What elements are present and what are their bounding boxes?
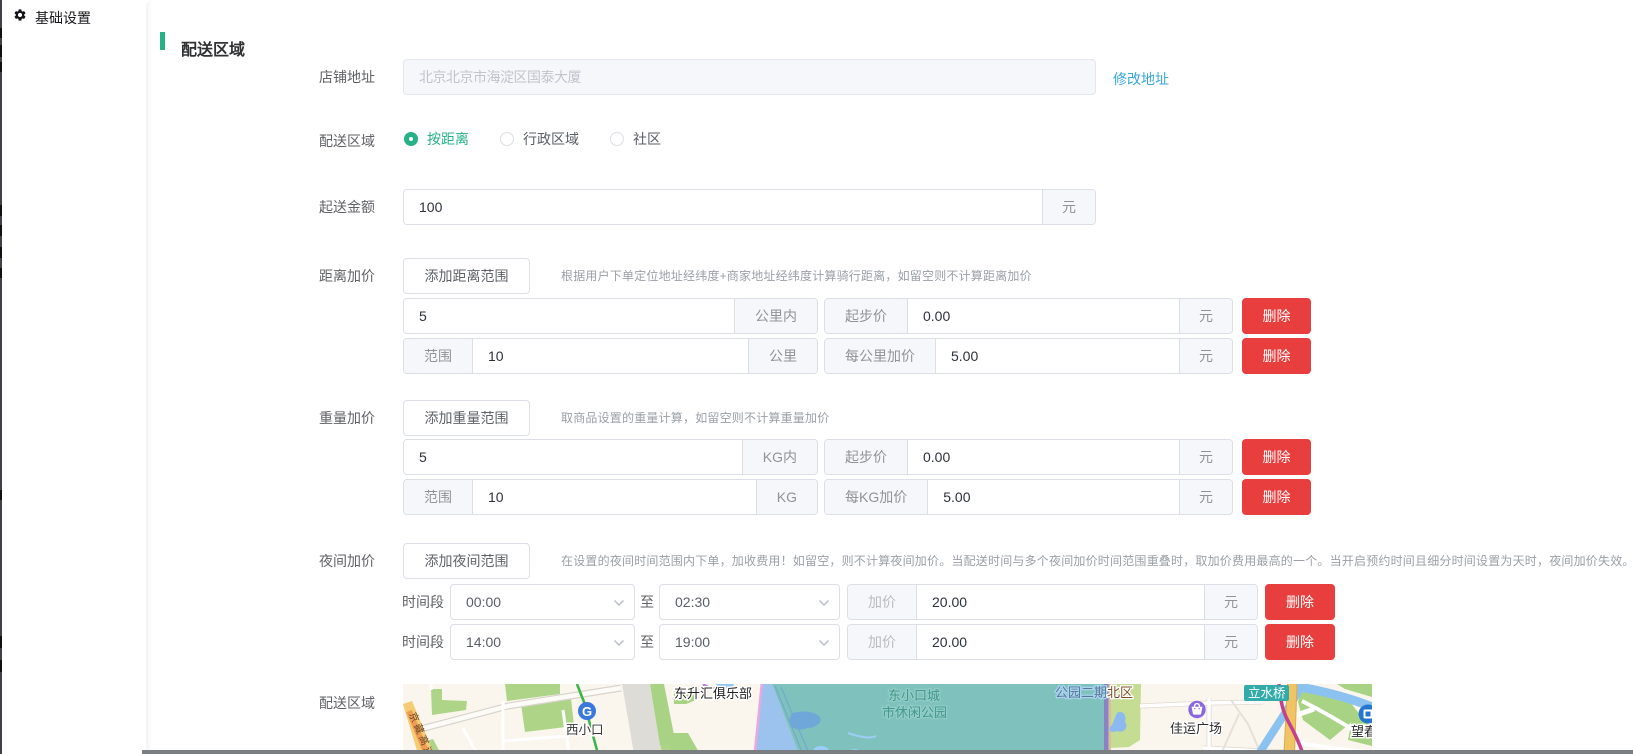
svg-text:东小口城: 东小口城 bbox=[888, 688, 940, 703]
svg-text:G: G bbox=[582, 704, 592, 719]
svg-text:西小口: 西小口 bbox=[566, 723, 604, 737]
svg-text:公园二期: 公园二期 bbox=[1055, 685, 1107, 700]
svg-text:北区: 北区 bbox=[1107, 685, 1133, 700]
svg-text:东升汇俱乐部: 东升汇俱乐部 bbox=[674, 686, 752, 701]
svg-text:立水桥: 立水桥 bbox=[1248, 686, 1286, 701]
svg-text:市休闲公园: 市休闲公园 bbox=[882, 705, 947, 720]
svg-text:望春: 望春 bbox=[1351, 724, 1372, 739]
svg-text:佳运广场: 佳运广场 bbox=[1170, 721, 1222, 736]
